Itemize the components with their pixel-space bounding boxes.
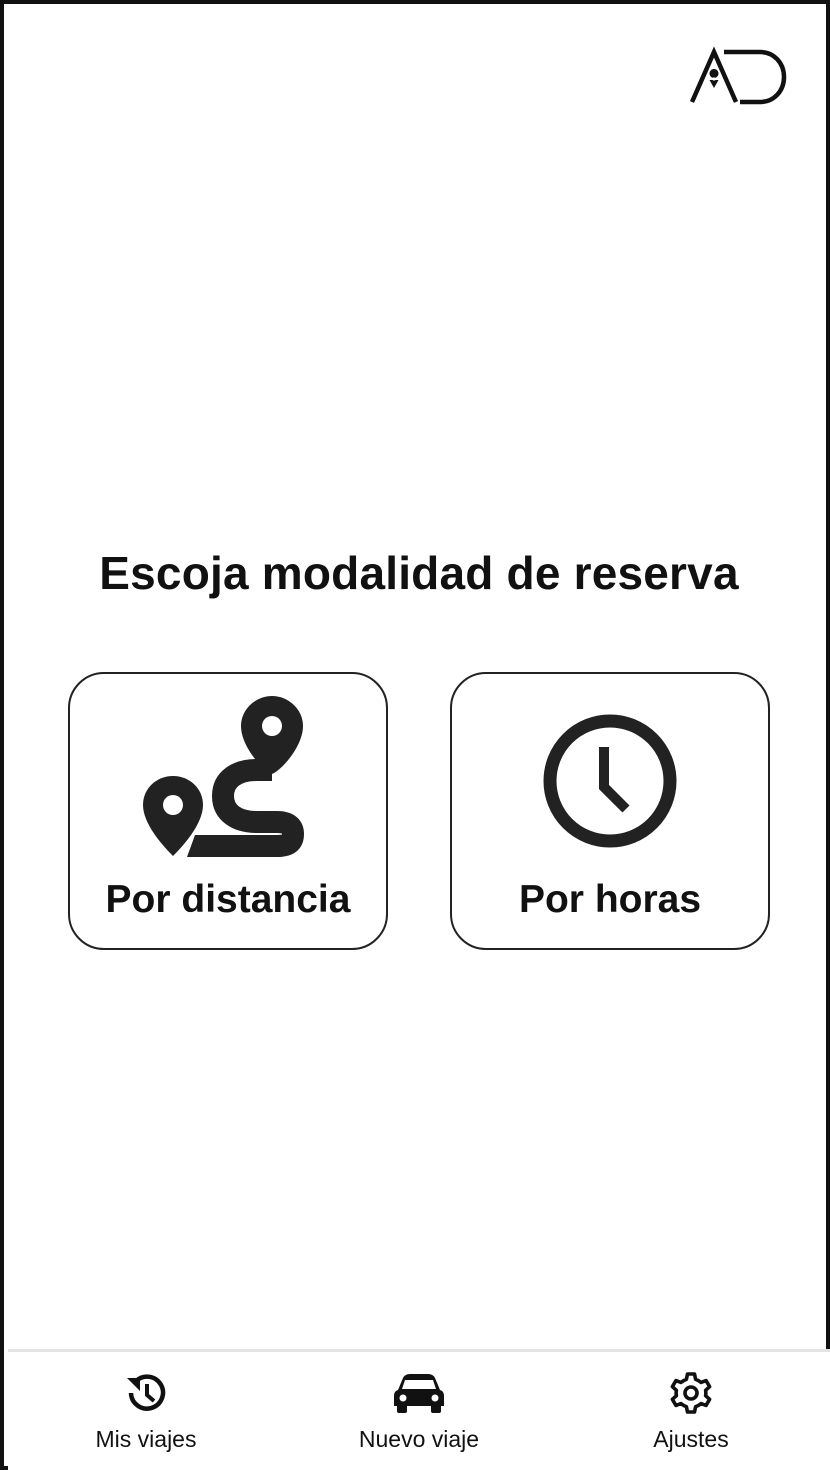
tab-label-nuevo-viaje: Nuevo viaje <box>358 1426 480 1452</box>
page-title: Escoja modalidad de reserva <box>99 547 739 599</box>
clock-icon <box>452 696 768 866</box>
by-hours-option[interactable]: Por horas <box>450 672 770 950</box>
app-screen: Escoja modalidad de reserva Por distanci… <box>0 0 830 1470</box>
by-distance-option[interactable]: Por distancia <box>68 672 388 950</box>
tab-label-mis-viajes: Mis viajes <box>95 1426 197 1452</box>
tab-nuevo-viaje[interactable]: Nuevo viaje <box>319 1352 519 1470</box>
tab-ajustes[interactable]: Ajustes <box>591 1352 791 1470</box>
route-icon <box>70 696 386 866</box>
by-distance-label: Por distancia <box>105 878 351 921</box>
tab-label-ajustes: Ajustes <box>653 1426 729 1452</box>
gear-icon <box>591 1368 791 1418</box>
ad-logo-icon <box>688 46 788 106</box>
history-icon <box>46 1368 246 1418</box>
car-icon <box>319 1368 519 1418</box>
tab-mis-viajes[interactable]: Mis viajes <box>46 1352 246 1470</box>
by-hours-label: Por horas <box>518 878 702 921</box>
bottom-tab-bar: Mis viajes Nuevo viaje Ajustes <box>8 1349 830 1470</box>
